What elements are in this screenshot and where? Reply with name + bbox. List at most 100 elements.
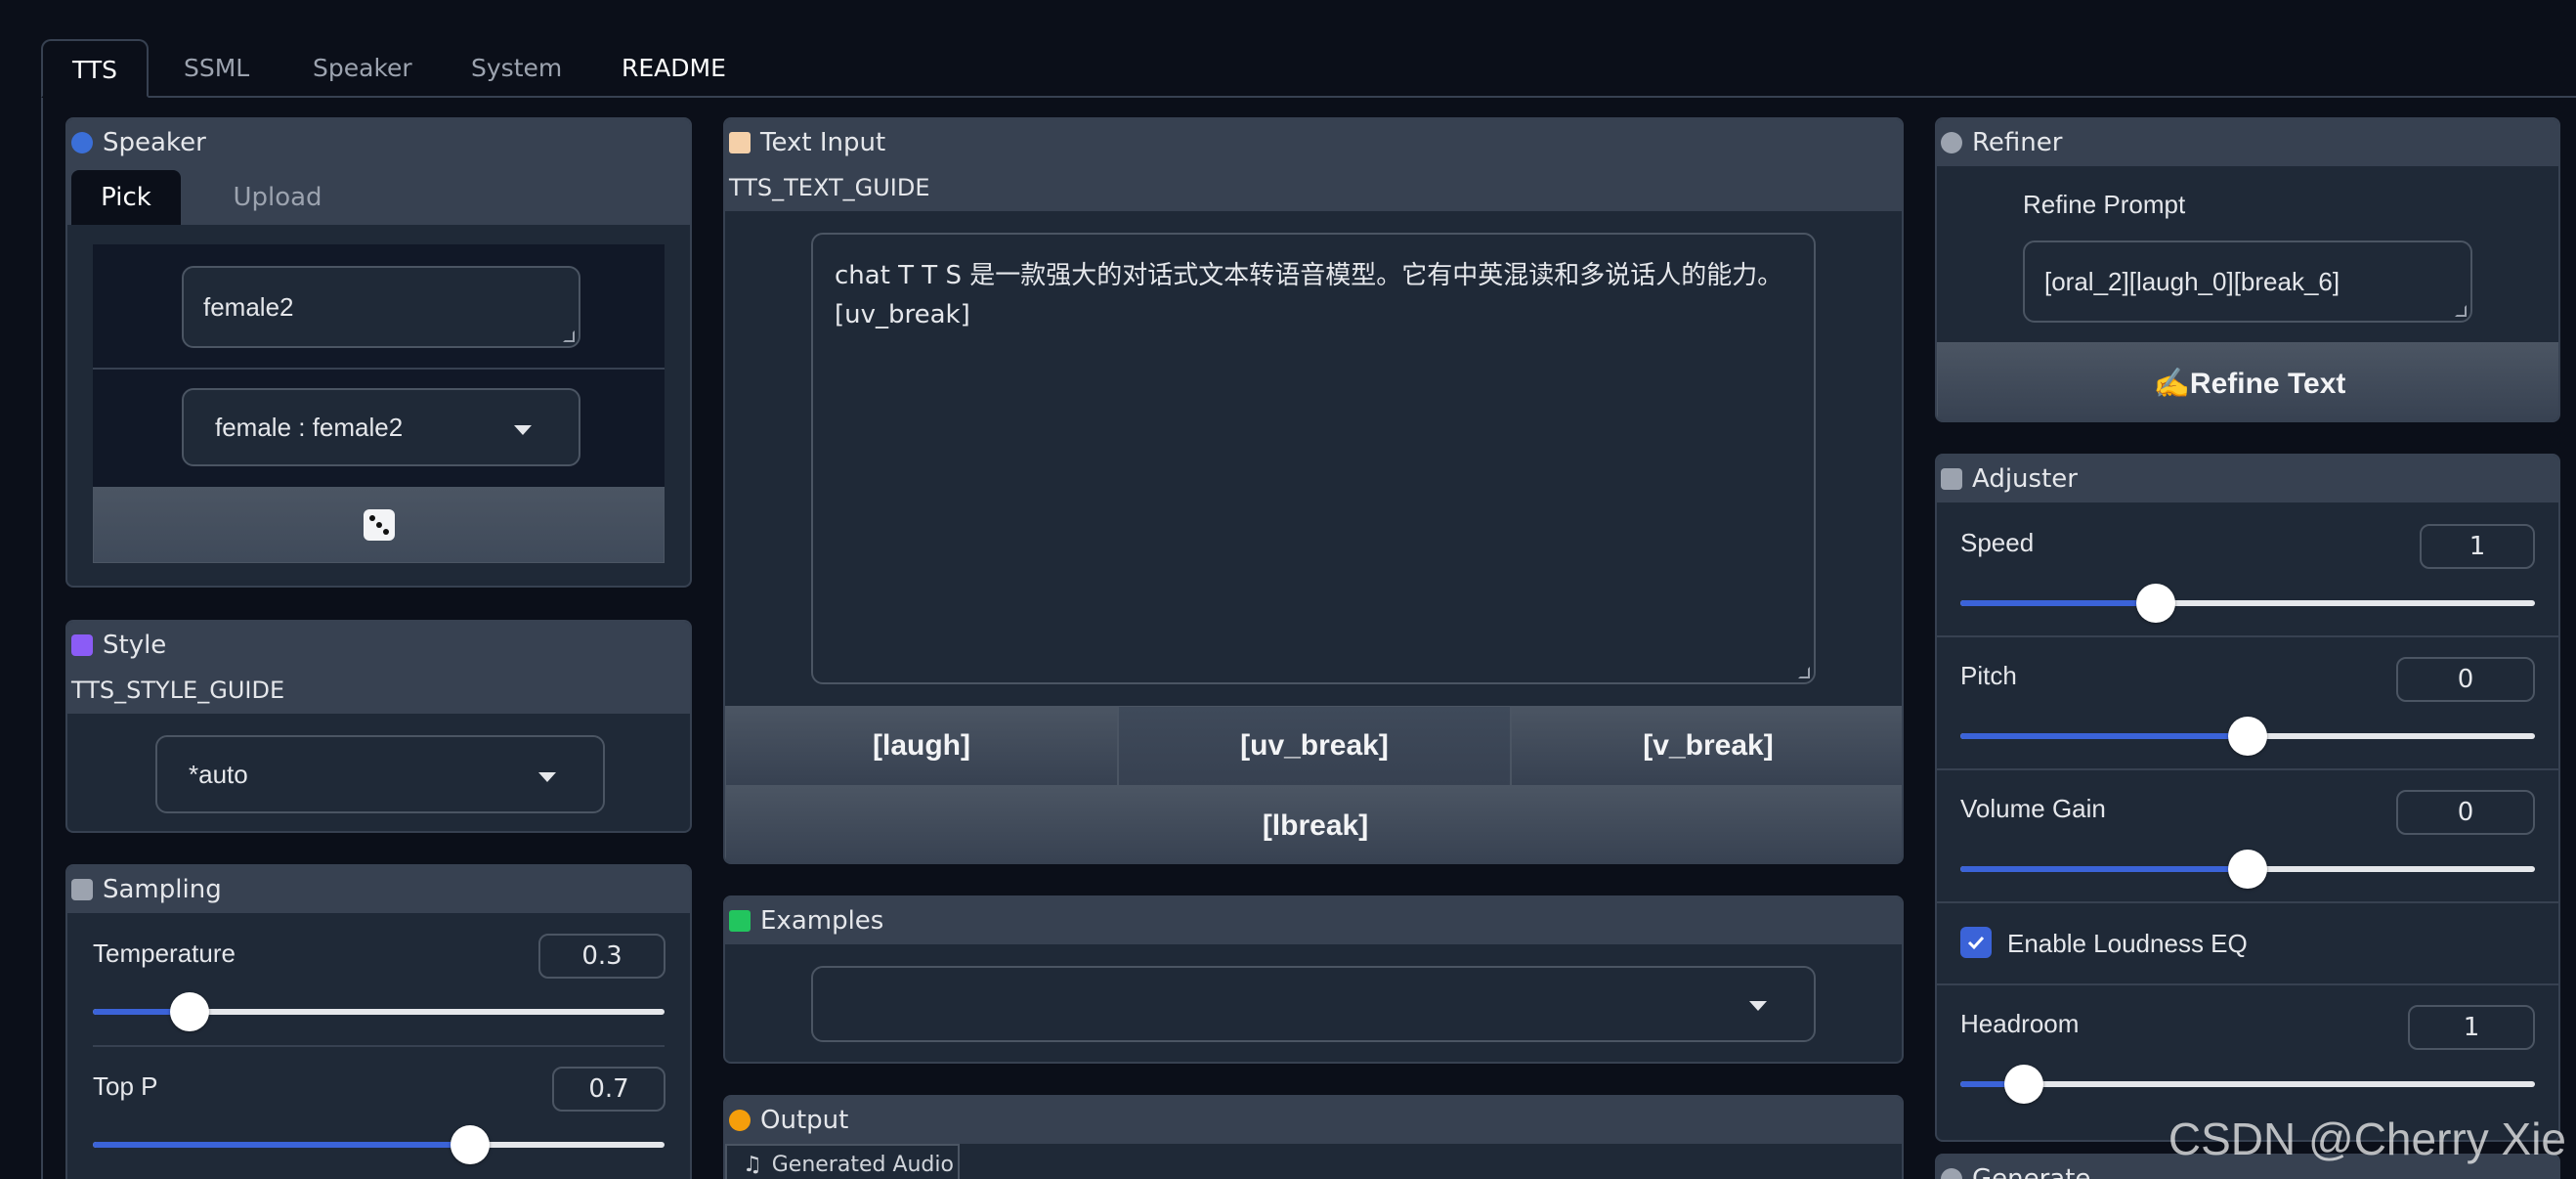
top-p-slider[interactable] [93,1125,665,1164]
subtab-pick[interactable]: Pick [71,170,181,225]
output-title: Output [760,1106,849,1135]
dice-icon [363,509,395,541]
chevron-down-icon [1749,1001,1767,1011]
tab-readme[interactable]: README [592,39,755,98]
speaker-title: Speaker [103,128,206,157]
speed-number-input[interactable]: 1 [2420,524,2535,569]
sampling-title: Sampling [103,875,222,904]
memo-icon [729,132,751,153]
slider-fill [93,1142,470,1148]
v-break-button[interactable]: [v_break] [1511,706,1902,786]
tab-speaker[interactable]: Speaker [283,39,442,98]
lbreak-button[interactable]: [lbreak] [725,786,1902,862]
music-icon [1941,132,1962,153]
refine-prompt-input[interactable]: [oral_2][laugh_0][break_6] [2023,240,2472,323]
pitch-slider[interactable] [1960,717,2535,756]
style-select[interactable]: *auto [155,735,605,813]
style-header: Style [67,622,690,669]
sampling-header: Sampling [67,866,690,913]
refine-text-button[interactable]: ✍️Refine Text [1937,342,2558,420]
temperature-label: Temperature [93,939,236,968]
resize-grip-icon[interactable] [2455,305,2467,317]
refiner-title: Refiner [1972,128,2063,157]
headroom-number-input[interactable]: 1 [2408,1005,2535,1050]
adjuster-panel: Adjuster Speed 1 Pitch 0 Volume Gain 0 E… [1935,454,2560,1142]
loudness-eq-checkbox[interactable] [1960,927,1992,958]
refine-prompt-label: Refine Prompt [2023,190,2186,219]
generate-title: Generate [1972,1164,2091,1179]
subtab-upload[interactable]: Upload [214,170,341,225]
chevron-down-icon [538,772,556,782]
generate-icon [1941,1168,1962,1179]
text-guide: TTS_TEXT_GUIDE [725,166,1902,211]
speaker-header: Speaker [67,119,690,166]
chevron-down-icon [514,425,532,435]
examples-title: Examples [760,906,884,936]
pitch-number-input[interactable]: 0 [2396,657,2535,702]
loudness-eq-label: Enable Loudness EQ [2007,929,2248,958]
uv-break-button[interactable]: [uv_break] [1118,706,1511,786]
pitch-label: Pitch [1960,661,2017,690]
generated-audio-tab[interactable]: ♫ Generated Audio [725,1144,960,1179]
slider-thumb[interactable] [2004,1065,2043,1104]
temperature-slider[interactable] [93,992,665,1031]
tab-system[interactable]: System [442,39,591,98]
sliders-icon [71,879,93,900]
examples-select[interactable] [811,966,1816,1042]
divider [93,1045,665,1047]
slider-fill [1960,600,2156,606]
speed-slider[interactable] [1960,584,2535,623]
random-speaker-button[interactable] [93,487,665,563]
slider-thumb[interactable] [2136,584,2175,623]
speaker-panel: Speaker Pick Upload female2 female : fem… [65,117,692,588]
output-header: Output [725,1097,1902,1144]
volume-gain-slider[interactable] [1960,850,2535,889]
speaker-icon [71,132,93,153]
divider [1937,983,2558,985]
sliders-icon [1941,468,1962,490]
speaker-subtabs: Pick Upload [67,166,690,225]
adjuster-header: Adjuster [1937,456,2558,502]
checkmark-icon [1967,936,1985,950]
adjuster-title: Adjuster [1972,464,2078,494]
slider-thumb[interactable] [170,992,209,1031]
speed-label: Speed [1960,528,2035,557]
resize-grip-icon[interactable] [563,330,575,342]
speaker-select[interactable]: female : female2 [182,388,580,466]
slider-fill [1960,733,2248,739]
resize-grip-icon[interactable] [1798,667,1810,678]
palette-icon [729,1110,751,1131]
text-input-title: Text Input [760,128,886,157]
divider [1937,768,2558,770]
divider [1937,901,2558,903]
text-input-area[interactable]: chat T T S 是一款强大的对话式文本转语音模型。它有中英混读和多说话人的… [811,233,1816,684]
slider-fill [1960,866,2248,872]
slider-thumb[interactable] [451,1125,490,1164]
tab-tts[interactable]: TTS [41,39,149,98]
laugh-button[interactable]: [laugh] [725,706,1118,786]
divider [1937,635,2558,637]
temperature-number-input[interactable]: 0.3 [538,934,665,979]
top-p-number-input[interactable]: 0.7 [552,1067,665,1112]
slider-thumb[interactable] [2228,717,2267,756]
watermark: CSDN @Cherry Xie [2168,1114,2566,1164]
tab-ssml[interactable]: SSML [154,39,279,98]
output-panel: Output ♫ Generated Audio [723,1095,1904,1179]
slider-thumb[interactable] [2228,850,2267,889]
sampling-panel: Sampling Temperature 0.3 Top P 0.7 [65,864,692,1179]
speaker-name-input[interactable]: female2 [182,266,580,348]
examples-header: Examples [725,897,1902,944]
refiner-panel: Refiner Refine Prompt [oral_2][laugh_0][… [1935,117,2560,422]
style-panel: Style TTS_STYLE_GUIDE *auto [65,620,692,833]
text-input-panel: Text Input TTS_TEXT_GUIDE chat T T S 是一款… [723,117,1904,864]
style-title: Style [103,631,167,660]
headroom-label: Headroom [1960,1009,2080,1038]
headroom-slider[interactable] [1960,1065,2535,1104]
refiner-header: Refiner [1937,119,2558,166]
volume-gain-label: Volume Gain [1960,794,2106,823]
style-guide: TTS_STYLE_GUIDE [67,669,690,714]
examples-panel: Examples [723,895,1904,1064]
tree-icon [729,910,751,932]
text-input-header: Text Input [725,119,1902,166]
volume-gain-number-input[interactable]: 0 [2396,790,2535,835]
